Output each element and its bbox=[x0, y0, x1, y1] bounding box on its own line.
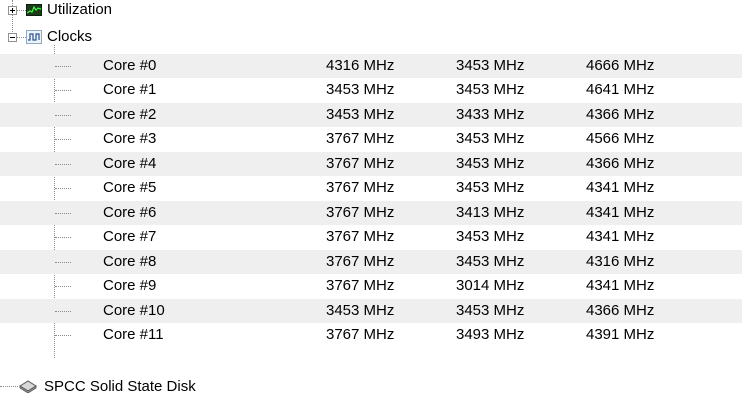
value-min: 3453 MHz bbox=[456, 81, 525, 98]
core-name: Core #0 bbox=[103, 56, 157, 74]
value-current: 4316 MHz bbox=[326, 56, 395, 74]
table-row[interactable]: Core #7 3767 MHz 3453 MHz 4341 MHz bbox=[0, 225, 742, 250]
expand-plus-icon[interactable] bbox=[8, 6, 17, 15]
tree-connector bbox=[55, 188, 71, 189]
tree-connector bbox=[55, 90, 71, 91]
tree-connector bbox=[55, 286, 71, 287]
core-name: Core #1 bbox=[103, 81, 157, 98]
core-name: Core #4 bbox=[103, 154, 157, 172]
value-max: 4316 MHz bbox=[586, 252, 655, 270]
utilization-graph-icon bbox=[26, 4, 42, 16]
tree-connector bbox=[55, 212, 71, 214]
table-row[interactable]: Core #0 4316 MHz 3453 MHz 4666 MHz bbox=[0, 53, 742, 78]
value-current: 3767 MHz bbox=[326, 252, 395, 270]
core-name: Core #11 bbox=[103, 326, 164, 343]
clock-wave-icon bbox=[26, 30, 42, 44]
core-name: Core #8 bbox=[103, 252, 157, 270]
value-max: 4391 MHz bbox=[586, 326, 655, 343]
value-max: 4341 MHz bbox=[586, 277, 655, 294]
tree-connector bbox=[55, 139, 71, 140]
table-row[interactable]: Core #11 3767 MHz 3493 MHz 4391 MHz bbox=[0, 323, 742, 348]
value-max: 4566 MHz bbox=[586, 130, 655, 147]
tree-connector bbox=[0, 386, 18, 387]
value-current: 3453 MHz bbox=[326, 301, 395, 319]
value-min: 3453 MHz bbox=[456, 56, 525, 74]
collapse-minus-icon[interactable] bbox=[8, 33, 17, 42]
value-current: 3767 MHz bbox=[326, 179, 395, 196]
tree-connector bbox=[17, 10, 26, 11]
core-name: Core #2 bbox=[103, 105, 157, 123]
clocks-label[interactable]: Clocks bbox=[47, 28, 92, 46]
core-name: Core #7 bbox=[103, 228, 157, 245]
utilization-label[interactable]: Utilization bbox=[47, 1, 112, 19]
tree-connector bbox=[55, 335, 71, 336]
table-row[interactable]: Core #4 3767 MHz 3453 MHz 4366 MHz bbox=[0, 151, 742, 176]
value-min: 3453 MHz bbox=[456, 179, 525, 196]
value-max: 4341 MHz bbox=[586, 228, 655, 245]
table-row[interactable]: Core #1 3453 MHz 3453 MHz 4641 MHz bbox=[0, 78, 742, 103]
table-row[interactable]: Core #3 3767 MHz 3453 MHz 4566 MHz bbox=[0, 127, 742, 152]
sensor-tree: Utilization Clocks Core #0 4316 MHz 3453 M… bbox=[0, 0, 742, 405]
value-min: 3014 MHz bbox=[456, 277, 525, 294]
tree-connector bbox=[55, 261, 71, 263]
value-min: 3453 MHz bbox=[456, 252, 525, 270]
tree-connector bbox=[17, 37, 26, 38]
value-min: 3453 MHz bbox=[456, 301, 525, 319]
value-min: 3453 MHz bbox=[456, 154, 525, 172]
value-current: 3767 MHz bbox=[326, 130, 395, 147]
value-current: 3767 MHz bbox=[326, 326, 395, 343]
value-max: 4341 MHz bbox=[586, 179, 655, 196]
table-row[interactable]: Core #10 3453 MHz 3453 MHz 4366 MHz bbox=[0, 298, 742, 323]
value-min: 3453 MHz bbox=[456, 130, 525, 147]
value-max: 4641 MHz bbox=[586, 81, 655, 98]
value-max: 4366 MHz bbox=[586, 105, 655, 123]
tree-connector bbox=[55, 65, 71, 67]
table-row[interactable]: Core #6 3767 MHz 3413 MHz 4341 MHz bbox=[0, 200, 742, 225]
table-row[interactable]: Core #5 3767 MHz 3453 MHz 4341 MHz bbox=[0, 176, 742, 201]
value-current: 3767 MHz bbox=[326, 277, 395, 294]
value-max: 4366 MHz bbox=[586, 154, 655, 172]
value-min: 3453 MHz bbox=[456, 228, 525, 245]
value-min: 3493 MHz bbox=[456, 326, 525, 343]
table-row[interactable]: Core #9 3767 MHz 3014 MHz 4341 MHz bbox=[0, 274, 742, 299]
tree-connector bbox=[55, 114, 71, 116]
core-name: Core #10 bbox=[103, 301, 165, 319]
core-name: Core #5 bbox=[103, 179, 157, 196]
value-current: 3767 MHz bbox=[326, 203, 395, 221]
value-current: 3453 MHz bbox=[326, 105, 395, 123]
disk-label[interactable]: SPCC Solid State Disk bbox=[44, 378, 196, 396]
tree-connector bbox=[55, 163, 71, 165]
value-min: 3433 MHz bbox=[456, 105, 525, 123]
value-max: 4341 MHz bbox=[586, 203, 655, 221]
tree-connector bbox=[55, 310, 71, 312]
table-row[interactable]: Core #2 3453 MHz 3433 MHz 4366 MHz bbox=[0, 102, 742, 127]
value-min: 3413 MHz bbox=[456, 203, 525, 221]
core-name: Core #9 bbox=[103, 277, 157, 294]
value-max: 4366 MHz bbox=[586, 301, 655, 319]
disk-drive-icon bbox=[18, 379, 38, 394]
value-max: 4666 MHz bbox=[586, 56, 655, 74]
table-row[interactable]: Core #8 3767 MHz 3453 MHz 4316 MHz bbox=[0, 249, 742, 274]
core-name: Core #6 bbox=[103, 203, 157, 221]
value-current: 3767 MHz bbox=[326, 154, 395, 172]
tree-connector bbox=[55, 237, 71, 238]
value-current: 3767 MHz bbox=[326, 228, 395, 245]
value-current: 3453 MHz bbox=[326, 81, 395, 98]
core-name: Core #3 bbox=[103, 130, 157, 147]
